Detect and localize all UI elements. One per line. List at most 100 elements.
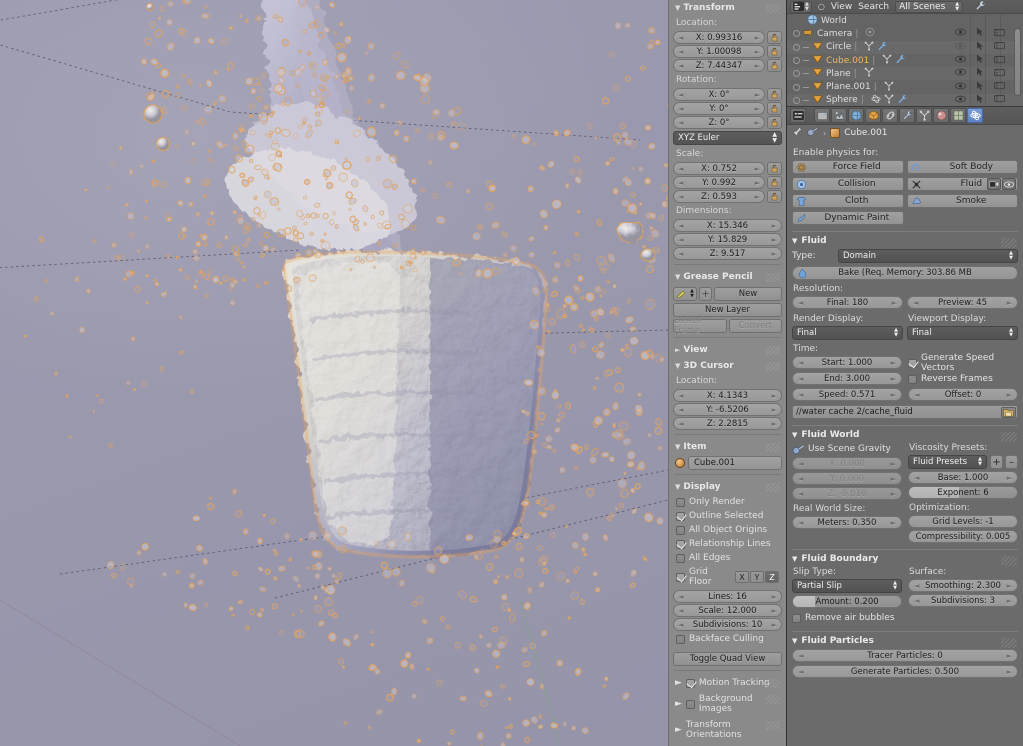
all-object-origins-checkbox-row[interactable]: All Object Origins [673, 523, 782, 537]
relationship-lines-checkbox[interactable] [676, 539, 685, 549]
all-object-origins-checkbox[interactable] [676, 525, 685, 535]
scale-z-row[interactable]: ◄ Z: 0.593 ► [673, 190, 782, 203]
grid-scale-field[interactable]: ◄ Scale: 12.000 ► [673, 604, 782, 617]
fluid-boundary-grid[interactable]: Slip Type: Partial Slip ▲ ▼ Amount: 0.200… [792, 567, 1018, 625]
grid-subdivisions-row[interactable]: ◄ Subdivisions: 10 ► [673, 618, 782, 631]
scene-tab[interactable] [831, 108, 847, 123]
resolution-row[interactable]: ◄ Final: 180 ► ◄ Preview: 45 ► [792, 296, 1018, 309]
scale-y-row[interactable]: ◄ Y: 0.992 ► [673, 176, 782, 189]
data-tab[interactable] [916, 108, 932, 123]
outliner-scene-filter-select[interactable]: All Scenes ▲ ▼ [895, 0, 964, 13]
camera-render-icon[interactable] [994, 41, 1005, 53]
gravity-y-field[interactable]: ◄ Y: 0.000 ► [792, 472, 902, 485]
slip-amount-field[interactable]: Amount: 0.200 [792, 595, 902, 608]
outliner-toggles[interactable] [955, 67, 1005, 80]
surface-smoothing-field[interactable]: ◄ Smoothing: 2.300 ► [908, 579, 1018, 592]
expand-toggle-icon[interactable] [793, 57, 800, 65]
smoke-button[interactable]: Smoke [906, 194, 1018, 208]
tracer-particles-field[interactable]: ◄ Tracer Particles: 0 ► [792, 649, 1018, 662]
all-edges-checkbox[interactable] [676, 553, 685, 563]
grid-lines-row[interactable]: ◄ Lines: 16 ► [673, 590, 782, 603]
gravity-x-field[interactable]: ◄ X: 0.000 ► [792, 457, 902, 470]
cursor-arrow-icon[interactable] [976, 94, 984, 106]
reverse-frames-checkbox[interactable] [908, 374, 917, 384]
outliner-header[interactable]: ▲ ▼ ○ View Search All Scenes ▲ ▼ [787, 0, 1023, 14]
outliner-row-plane-001[interactable]: Plane.001 | [787, 80, 1023, 93]
lock-location-z-button[interactable] [767, 59, 782, 72]
grid-axis-z-button[interactable]: Z [765, 571, 779, 583]
time-start-field[interactable]: ◄ Start: 1.000 ► [792, 356, 902, 369]
only-render-checkbox[interactable] [676, 497, 685, 507]
outliner-search-menu[interactable]: Search [858, 2, 889, 12]
fluid-boundary-section-header[interactable]: ▼ Fluid Boundary [792, 549, 1018, 566]
object-name-field[interactable]: Cube.001 [688, 456, 782, 470]
rotation-mode-dropdown[interactable]: XYZ Euler ▲ ▼ [673, 131, 782, 145]
cursor-arrow-icon[interactable] [976, 81, 984, 94]
relationship-lines-checkbox-row[interactable]: Relationship Lines [673, 537, 782, 551]
cursor-panel-header[interactable]: ▼ 3D Cursor [673, 358, 782, 374]
fluid-world-section-header[interactable]: ▼ Fluid World [792, 425, 1018, 442]
rotation-z-field[interactable]: ◄ Z: 0° ► [673, 116, 765, 129]
delete-frame-button[interactable]: Delete Frame [673, 316, 727, 336]
outliner-toggles[interactable] [955, 94, 1005, 106]
expand-toggle-icon[interactable] [793, 83, 800, 91]
view-panel-header[interactable]: ► View [673, 342, 782, 358]
outliner-editor[interactable]: ▲ ▼ ○ View Search All Scenes ▲ ▼ World C… [786, 0, 1023, 106]
grid-levels-field[interactable]: Grid Levels: -1 [908, 515, 1018, 528]
gravity-column[interactable]: Use Scene Gravity ◄ X: 0.000 ► ◄ Y: 0.000 ► … [792, 443, 902, 543]
time-offset-field[interactable]: ◄ Offset: 0 ► [908, 388, 1018, 401]
camera-render-icon[interactable] [994, 68, 1005, 80]
rotation-x-row[interactable]: ◄ X: 0° ► [673, 88, 782, 101]
slip-type-select[interactable]: Partial Slip ▲ ▼ [792, 579, 902, 593]
location-y-row[interactable]: ◄ Y: 1.00098 ► [673, 45, 782, 58]
plus-icon[interactable]: + [990, 455, 1003, 469]
outliner-view-menu[interactable]: View [831, 2, 852, 12]
viscosity-column[interactable]: Viscosity Presets: Fluid Presets ▲ ▼ + – … [908, 443, 1018, 543]
time-row-2[interactable]: ◄ End: 3.000 ► Reverse Frames [792, 372, 1018, 386]
grid-axis-group[interactable]: X Y Z [735, 571, 779, 583]
dimensions-z-field[interactable]: ◄ Z: 9.517 ► [673, 247, 782, 260]
lock-rotation-x-button[interactable] [767, 88, 782, 101]
lock-scale-x-button[interactable] [767, 162, 782, 175]
compressibility-field[interactable]: Compressibility: 0.005 [908, 530, 1018, 543]
convert-button[interactable]: Convert [728, 319, 782, 333]
outliner-toggles[interactable] [955, 80, 1005, 93]
viscosity-preset-row[interactable]: Fluid Presets ▲ ▼ + – [908, 455, 1018, 469]
properties-breadcrumb[interactable]: › Cube.001 [787, 125, 1023, 141]
background-images-checkbox[interactable] [685, 699, 695, 709]
force-field-button[interactable]: Force Field [792, 160, 904, 174]
grease-pencil-frame-row[interactable]: Delete Frame Convert [673, 316, 782, 336]
fluid-particles-section-header[interactable]: ▼ Fluid Particles [792, 631, 1018, 648]
item-name-row[interactable]: Cube.001 [673, 456, 782, 470]
outliner-scrollbar[interactable] [1014, 28, 1021, 96]
viscosity-exponent-field[interactable]: Exponent: 6 [908, 486, 1018, 499]
eye-icon[interactable] [955, 95, 966, 106]
properties-tab-bar[interactable] [787, 107, 1023, 125]
grid-lines-field[interactable]: ◄ Lines: 16 ► [673, 590, 782, 603]
motion-tracking-panel-header[interactable]: ► Motion Tracking [673, 675, 782, 691]
location-z-field[interactable]: ◄ Z: 7.44347 ► [673, 59, 765, 72]
generate-speed-vectors-row[interactable]: Generate Speed Vectors [908, 353, 1018, 373]
dimensions-y-row[interactable]: ◄ Y: 15.829 ► [673, 233, 782, 246]
dimensions-z-row[interactable]: ◄ Z: 9.517 ► [673, 247, 782, 260]
cursor-arrow-icon[interactable] [976, 67, 984, 80]
new-layer-button[interactable]: New Layer [673, 303, 782, 317]
grease-pencil-new-row[interactable]: ▲ ▼ ＋ New [673, 287, 782, 301]
grease-pencil-panel-header[interactable]: ▼ Grease Pencil [673, 269, 782, 285]
fluid-extra-toggles[interactable] [987, 178, 1016, 190]
display-selects-row[interactable]: Final ▲ ▼ Final ▲ ▼ [792, 326, 1018, 340]
constraints-tab[interactable] [882, 108, 898, 123]
scale-y-field[interactable]: ◄ Y: 0.992 ► [673, 176, 765, 189]
viewport-n-panel[interactable]: ▼ Transform Location: ◄ X: 0.99316 ► ◄ Y: 1… [668, 0, 786, 746]
outliner-toggles[interactable] [955, 54, 1005, 67]
rotation-z-row[interactable]: ◄ Z: 0° ► [673, 116, 782, 129]
use-scene-gravity-row[interactable]: Use Scene Gravity [792, 443, 902, 455]
scale-x-row[interactable]: ◄ X: 0.752 ► [673, 162, 782, 175]
expand-toggle-icon[interactable] [793, 70, 800, 78]
dimensions-y-field[interactable]: ◄ Y: 15.829 ► [673, 233, 782, 246]
surface-subdivisions-field[interactable]: ◄ Subdivisions: 3 ► [908, 594, 1018, 607]
dimensions-x-field[interactable]: ◄ X: 15.346 ► [673, 219, 782, 232]
resolution-preview-field[interactable]: ◄ Preview: 45 ► [907, 296, 1018, 309]
cursor-arrow-icon[interactable] [976, 27, 984, 40]
rotation-y-row[interactable]: ◄ Y: 0° ► [673, 102, 782, 115]
